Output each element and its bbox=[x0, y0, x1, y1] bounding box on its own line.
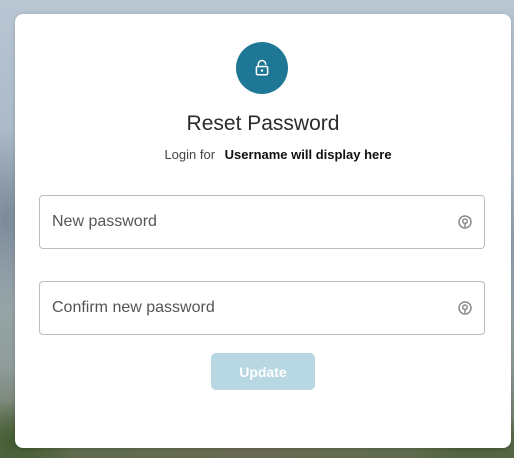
username-display: Username will display here bbox=[224, 147, 392, 162]
lock-icon bbox=[255, 59, 269, 76]
login-for-label: Login for bbox=[164, 147, 216, 162]
lock-badge bbox=[236, 42, 288, 94]
eye-icon[interactable] bbox=[456, 213, 474, 231]
login-for-line: Login for Username will display here bbox=[15, 147, 511, 162]
page-title: Reset Password bbox=[186, 112, 340, 135]
confirm-password-input[interactable] bbox=[52, 282, 442, 334]
new-password-field[interactable] bbox=[39, 195, 485, 249]
reset-password-card: Reset Password Login for Username will d… bbox=[15, 14, 511, 448]
update-button[interactable]: Update bbox=[211, 353, 315, 390]
new-password-input[interactable] bbox=[52, 196, 442, 248]
eye-icon[interactable] bbox=[456, 299, 474, 317]
confirm-password-field[interactable] bbox=[39, 281, 485, 335]
